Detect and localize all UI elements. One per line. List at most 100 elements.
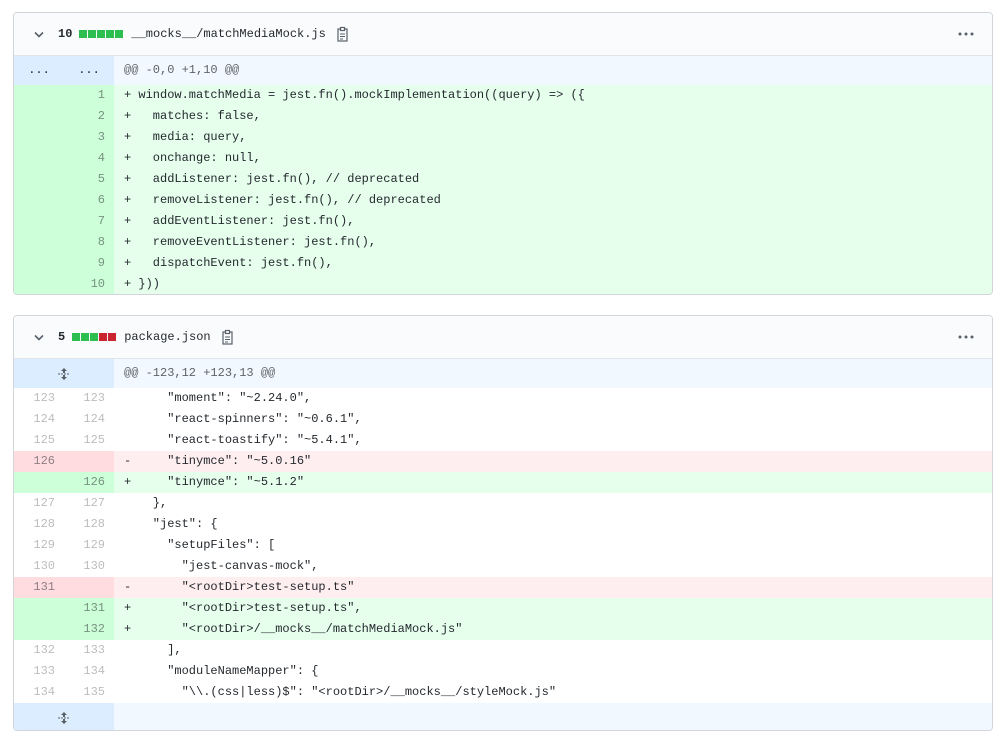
new-line-number[interactable]: 125 <box>64 430 114 451</box>
diff-file-matchmediamock: 10 __mocks__/matchMediaMock.js ... ... @… <box>13 12 993 295</box>
diff-lines: 123 123 "moment": "~2.24.0", 124 124 "react… <box>14 388 992 703</box>
old-line-number[interactable] <box>14 148 64 169</box>
old-line-number[interactable] <box>14 619 64 640</box>
new-line-number[interactable]: 5 <box>64 169 114 190</box>
line-code: + removeEventListener: jest.fn(), <box>124 235 377 249</box>
old-line-number[interactable] <box>14 253 64 274</box>
file-name[interactable]: __mocks__/matchMediaMock.js <box>131 27 325 41</box>
new-line-number[interactable] <box>64 577 114 598</box>
line-code: + "<rootDir>test-setup.ts", <box>124 601 362 615</box>
old-line-number[interactable]: 129 <box>14 535 64 556</box>
old-line-number[interactable] <box>14 232 64 253</box>
diffstat-block-added <box>79 30 88 38</box>
old-line-number[interactable] <box>14 211 64 232</box>
new-line-number[interactable]: 127 <box>64 493 114 514</box>
diff-file-package-json: 5 package.json @@ -123,12 +123,13 @@ 123… <box>13 315 993 731</box>
new-line-number[interactable]: 2 <box>64 106 114 127</box>
new-line-number[interactable]: 1 <box>64 85 114 106</box>
line-code: "moduleNameMapper": { <box>124 664 319 678</box>
diffstat-block-added <box>72 333 81 341</box>
old-line-number[interactable]: 127 <box>14 493 64 514</box>
diff-line-context: 124 124 "react-spinners": "~0.6.1", <box>14 409 992 430</box>
new-line-number[interactable]: 133 <box>64 640 114 661</box>
line-code: "moment": "~2.24.0", <box>124 391 312 405</box>
diff-line-context: 128 128 "jest": { <box>14 514 992 535</box>
new-line-number[interactable]: 132 <box>64 619 114 640</box>
old-line-number[interactable] <box>14 85 64 106</box>
old-line-number[interactable]: 130 <box>14 556 64 577</box>
unfold-icon[interactable] <box>14 359 114 388</box>
old-line-number[interactable] <box>14 169 64 190</box>
unfold-icon[interactable] <box>14 703 114 730</box>
diffstat-block-added <box>115 30 124 38</box>
new-line-number[interactable]: 131 <box>64 598 114 619</box>
diff-line-added: 131 + "<rootDir>test-setup.ts", <box>14 598 992 619</box>
old-line-number[interactable] <box>14 598 64 619</box>
chevron-down-icon[interactable] <box>34 29 44 39</box>
new-line-number[interactable]: 6 <box>64 190 114 211</box>
line-code: ], <box>124 643 182 657</box>
line-code: + window.matchMedia = jest.fn().mockImpl… <box>124 88 585 102</box>
old-line-number[interactable]: 131 <box>14 577 64 598</box>
line-code: + "tinymce": "~5.1.2" <box>124 475 305 489</box>
old-line-number[interactable]: 123 <box>14 388 64 409</box>
old-line-number[interactable]: 133 <box>14 661 64 682</box>
diff-lines: 1 + window.matchMedia = jest.fn().mockImp… <box>14 85 992 294</box>
new-line-number[interactable]: 10 <box>64 274 114 294</box>
hunk-old-marker[interactable]: ... <box>14 56 64 85</box>
new-line-number[interactable]: 129 <box>64 535 114 556</box>
old-line-number[interactable]: 125 <box>14 430 64 451</box>
old-line-number[interactable] <box>14 106 64 127</box>
new-line-number[interactable]: 3 <box>64 127 114 148</box>
hunk-header: ... ... @@ -0,0 +1,10 @@ <box>14 56 992 85</box>
old-line-number[interactable]: 126 <box>14 451 64 472</box>
file-name[interactable]: package.json <box>124 330 210 344</box>
new-line-number[interactable]: 130 <box>64 556 114 577</box>
new-line-number[interactable]: 123 <box>64 388 114 409</box>
clipboard-icon[interactable] <box>336 26 350 42</box>
new-line-number[interactable]: 126 <box>64 472 114 493</box>
old-line-number[interactable]: 134 <box>14 682 64 703</box>
old-line-number[interactable]: 128 <box>14 514 64 535</box>
line-code: "\\.(css|less)$": "<rootDir>/__mocks__/s… <box>124 685 557 699</box>
hunk-range: @@ -0,0 +1,10 @@ <box>124 63 240 77</box>
line-code: + dispatchEvent: jest.fn(), <box>124 256 333 270</box>
hunk-header: @@ -123,12 +123,13 @@ <box>14 359 992 388</box>
old-line-number[interactable] <box>14 274 64 294</box>
new-line-number[interactable]: 124 <box>64 409 114 430</box>
new-line-number[interactable]: 7 <box>64 211 114 232</box>
new-line-number[interactable]: 135 <box>64 682 114 703</box>
old-line-number[interactable] <box>14 190 64 211</box>
new-line-number[interactable]: 9 <box>64 253 114 274</box>
new-line-number[interactable] <box>64 451 114 472</box>
line-code: + addEventListener: jest.fn(), <box>124 214 355 228</box>
line-code: + media: query, <box>124 130 247 144</box>
diff-line-context: 125 125 "react-toastify": "~5.4.1", <box>14 430 992 451</box>
kebab-horizontal-icon[interactable] <box>958 330 974 344</box>
clipboard-icon[interactable] <box>221 329 235 345</box>
diff-line-context: 130 130 "jest-canvas-mock", <box>14 556 992 577</box>
new-line-number[interactable]: 4 <box>64 148 114 169</box>
kebab-horizontal-icon[interactable] <box>958 27 974 41</box>
new-line-number[interactable]: 128 <box>64 514 114 535</box>
old-line-number[interactable] <box>14 127 64 148</box>
diffstat-block-deleted <box>108 333 117 341</box>
hunk-new-marker[interactable]: ... <box>64 56 114 85</box>
line-code: - "tinymce": "~5.0.16" <box>124 454 312 468</box>
hunk-range: @@ -123,12 +123,13 @@ <box>124 366 276 380</box>
new-line-number[interactable]: 134 <box>64 661 114 682</box>
line-code: "react-spinners": "~0.6.1", <box>124 412 362 426</box>
old-line-number[interactable] <box>14 472 64 493</box>
new-line-number[interactable]: 8 <box>64 232 114 253</box>
line-code: "jest-canvas-mock", <box>124 559 319 573</box>
diff-line-context: 132 133 ], <box>14 640 992 661</box>
old-line-number[interactable]: 132 <box>14 640 64 661</box>
diff-line-deleted: 131 - "<rootDir>test-setup.ts" <box>14 577 992 598</box>
diff-line-added: 132 + "<rootDir>/__mocks__/matchMediaMock… <box>14 619 992 640</box>
diff-line-context: 133 134 "moduleNameMapper": { <box>14 661 992 682</box>
chevron-down-icon[interactable] <box>34 332 44 342</box>
diff-line-added: 9 + dispatchEvent: jest.fn(), <box>14 253 992 274</box>
diffstat-block-added <box>97 30 106 38</box>
old-line-number[interactable]: 124 <box>14 409 64 430</box>
diff-line-context: 123 123 "moment": "~2.24.0", <box>14 388 992 409</box>
